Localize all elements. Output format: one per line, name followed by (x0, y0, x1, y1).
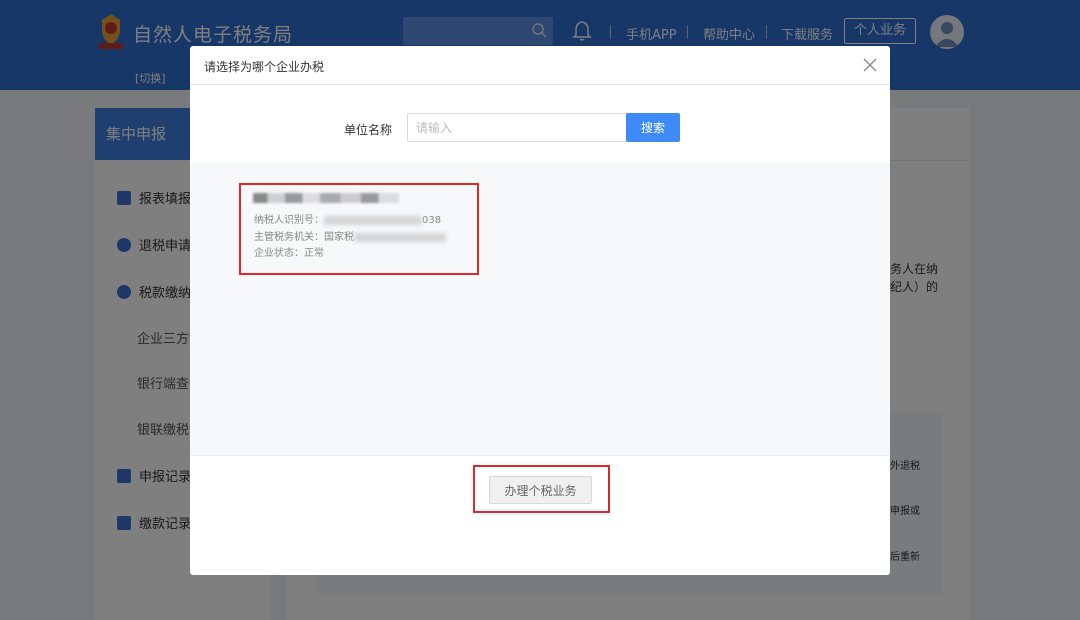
dialog-title: 请选择为哪个企业办税 (204, 60, 325, 74)
unit-name-input[interactable] (407, 113, 635, 142)
search-button[interactable]: 搜索 (626, 113, 680, 142)
close-icon[interactable] (862, 57, 878, 73)
tax-authority-label: 主管税务机关：国家税 (254, 232, 354, 243)
dialog-header: 请选择为哪个企业办税 (190, 46, 890, 85)
divider (190, 455, 890, 456)
highlight-box: 办理个税业务 (473, 465, 610, 513)
company-result-list: 纳税人识别号： 038 主管税务机关：国家税 企业状态：正常 (190, 163, 890, 455)
company-card[interactable]: 纳税人识别号： 038 主管税务机关：国家税 企业状态：正常 (239, 183, 479, 275)
tax-authority: 主管税务机关：国家税 (254, 228, 446, 243)
company-status: 企业状态：正常 (254, 248, 324, 259)
redacted-value (354, 232, 446, 242)
redacted-value (324, 215, 422, 225)
unit-name-label: 单位名称 (344, 123, 393, 137)
taxpayer-id: 纳税人识别号： 038 (254, 211, 441, 226)
select-company-dialog: 请选择为哪个企业办税 单位名称 搜索 纳税人识别号： 038 主管税务机关：国家税… (190, 46, 890, 575)
taxpayer-id-suffix: 038 (422, 215, 442, 226)
taxpayer-id-label: 纳税人识别号： (254, 215, 324, 226)
personal-tax-business-button[interactable]: 办理个税业务 (489, 476, 592, 504)
company-name-redacted (253, 193, 399, 203)
